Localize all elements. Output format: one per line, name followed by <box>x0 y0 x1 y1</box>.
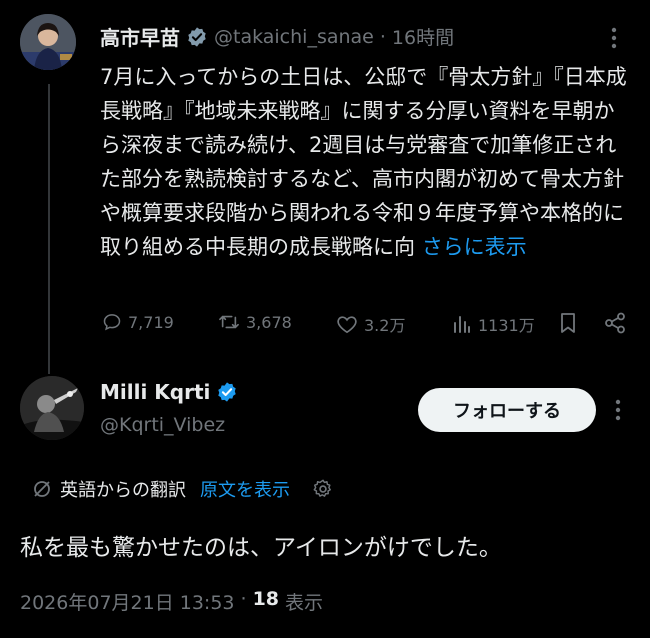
reply-meta-separator: · <box>240 588 247 610</box>
retweet-icon <box>218 312 240 332</box>
views-action[interactable]: 1131万 <box>452 312 535 336</box>
reply-author-avatar[interactable] <box>20 376 84 440</box>
translation-row: 英語からの翻訳 原文を表示 <box>32 476 334 502</box>
meta-separator: · <box>379 25 386 48</box>
show-original-link[interactable]: 原文を表示 <box>200 476 290 502</box>
author-handle[interactable]: @takaichi_sanae <box>214 26 374 48</box>
analytics-bar-icon <box>452 314 472 334</box>
like-count: 3.2万 <box>364 316 406 335</box>
reply-view-count: 18 <box>252 588 280 610</box>
retweet-count: 3,678 <box>246 312 292 332</box>
reply-meta: 2026年07月21日 13:53 · 18 表示 <box>20 588 323 615</box>
follow-button[interactable]: フォローする <box>418 388 596 432</box>
thread-connector-line <box>48 84 50 374</box>
tweet-time[interactable]: 16時間 <box>392 23 454 50</box>
author-avatar[interactable] <box>20 14 76 70</box>
show-more-link[interactable]: さらに表示 <box>422 235 527 259</box>
tweet-body: 7月に入ってからの土日は、公邸で『骨太方針』『日本成長戦略』『地域未来戦略』に関… <box>100 60 630 264</box>
tweet-action-bar: 7,719 3,678 3.2万 1131万 <box>102 312 632 338</box>
translated-from-label: 英語からの翻訳 <box>60 480 186 501</box>
heart-icon <box>336 314 358 334</box>
reply-text: 私を最も驚かせたのは、アイロンがけでした。 <box>20 535 502 561</box>
reply-author-name[interactable]: Milli Kqrti <box>100 380 210 404</box>
view-count: 1131万 <box>478 316 535 335</box>
reply-action[interactable]: 7,719 <box>102 312 174 332</box>
share-icon[interactable] <box>604 312 626 334</box>
bookmark-icon[interactable] <box>558 312 578 334</box>
tweet-text: 7月に入ってからの土日は、公邸で『骨太方針』『日本成長戦略』『地域未来戦略』に関… <box>100 65 627 259</box>
reply-count: 7,719 <box>128 312 174 332</box>
translate-icon <box>32 479 52 499</box>
more-options-icon[interactable] <box>610 26 618 50</box>
reply-icon <box>102 312 122 332</box>
author-name[interactable]: 高市早苗 <box>100 22 180 51</box>
like-action[interactable]: 3.2万 <box>336 312 405 336</box>
retweet-action[interactable]: 3,678 <box>218 312 292 332</box>
settings-gear-icon[interactable] <box>312 478 334 500</box>
verified-badge-icon <box>216 381 238 403</box>
verified-government-badge-icon <box>186 26 208 48</box>
reply-timestamp[interactable]: 2026年07月21日 13:53 <box>20 588 235 615</box>
reply-view-label: 表示 <box>285 592 324 614</box>
reply-author-handle[interactable]: @Kqrti_Vibez <box>100 414 225 436</box>
reply-more-options-icon[interactable] <box>614 398 622 422</box>
